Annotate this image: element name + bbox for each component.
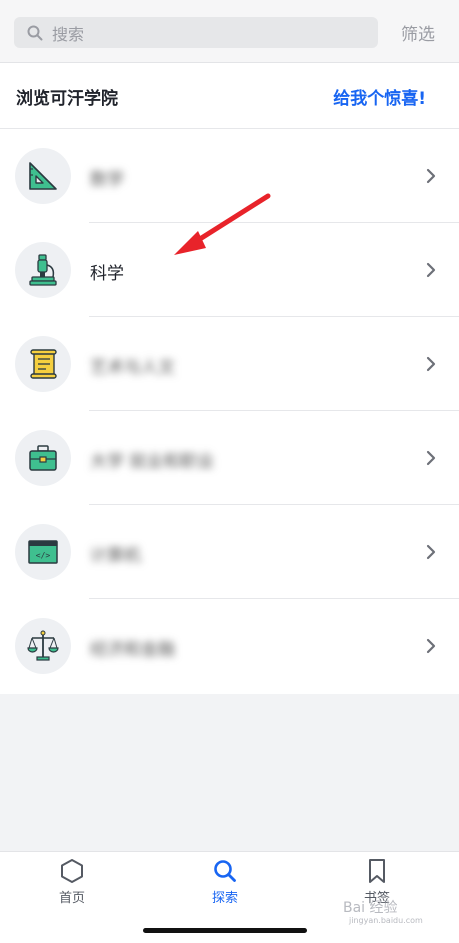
- panel-header: 浏览可汗学院 给我个惊喜!: [0, 63, 459, 129]
- tab-label: 探索: [211, 891, 238, 906]
- surprise-me-button[interactable]: 给我个惊喜!: [333, 84, 426, 109]
- hexagon-icon: [59, 858, 85, 884]
- category-label: 数学: [90, 170, 124, 190]
- microscope-icon: [15, 242, 71, 298]
- filter-button[interactable]: 筛选: [401, 20, 435, 45]
- category-label: 艺术与人文: [90, 358, 175, 378]
- bookmark-icon: [364, 858, 390, 884]
- category-label: 经济和金融: [90, 640, 175, 660]
- chevron-right-icon: [425, 448, 437, 468]
- search-placeholder: 搜索: [52, 24, 85, 44]
- chevron-right-icon: [425, 542, 437, 562]
- watermark: Bai 经验: [343, 900, 398, 916]
- code-window-icon: </>: [15, 524, 71, 580]
- tab-home[interactable]: 首页: [17, 852, 127, 912]
- category-label: 计算机: [90, 546, 141, 566]
- category-row-arts[interactable]: 艺术与人文: [0, 317, 459, 411]
- category-label: 科学: [90, 264, 124, 284]
- category-label: 大学 就业和职业: [90, 452, 215, 472]
- search-icon: [212, 858, 238, 884]
- svg-text:</>: </>: [36, 551, 51, 560]
- watermark-url: jingyan.baidu.com: [349, 916, 423, 925]
- category-row-economics[interactable]: 经济和金融: [0, 599, 459, 693]
- tab-explore[interactable]: 探索: [170, 852, 280, 912]
- search-input[interactable]: 搜索: [14, 17, 378, 48]
- search-icon: [27, 25, 43, 41]
- search-header: 搜索 筛选: [0, 0, 459, 63]
- tab-label: 首页: [58, 891, 85, 906]
- scroll-icon: [15, 336, 71, 392]
- chevron-right-icon: [425, 166, 437, 186]
- page-title: 浏览可汗学院: [16, 89, 118, 109]
- triangle-ruler-icon: [15, 148, 71, 204]
- balance-scale-icon: [15, 618, 71, 674]
- chevron-right-icon: [425, 260, 437, 280]
- browse-panel: 浏览可汗学院 给我个惊喜! 数学 科学 艺术与人文 大学 就业和职业 </> 计…: [0, 63, 459, 694]
- annotation-arrow: [174, 193, 271, 255]
- home-indicator: [143, 928, 307, 933]
- briefcase-icon: [15, 430, 71, 486]
- category-row-computing[interactable]: </> 计算机: [0, 505, 459, 599]
- chevron-right-icon: [425, 354, 437, 374]
- chevron-right-icon: [425, 636, 437, 656]
- category-row-careers[interactable]: 大学 就业和职业: [0, 411, 459, 505]
